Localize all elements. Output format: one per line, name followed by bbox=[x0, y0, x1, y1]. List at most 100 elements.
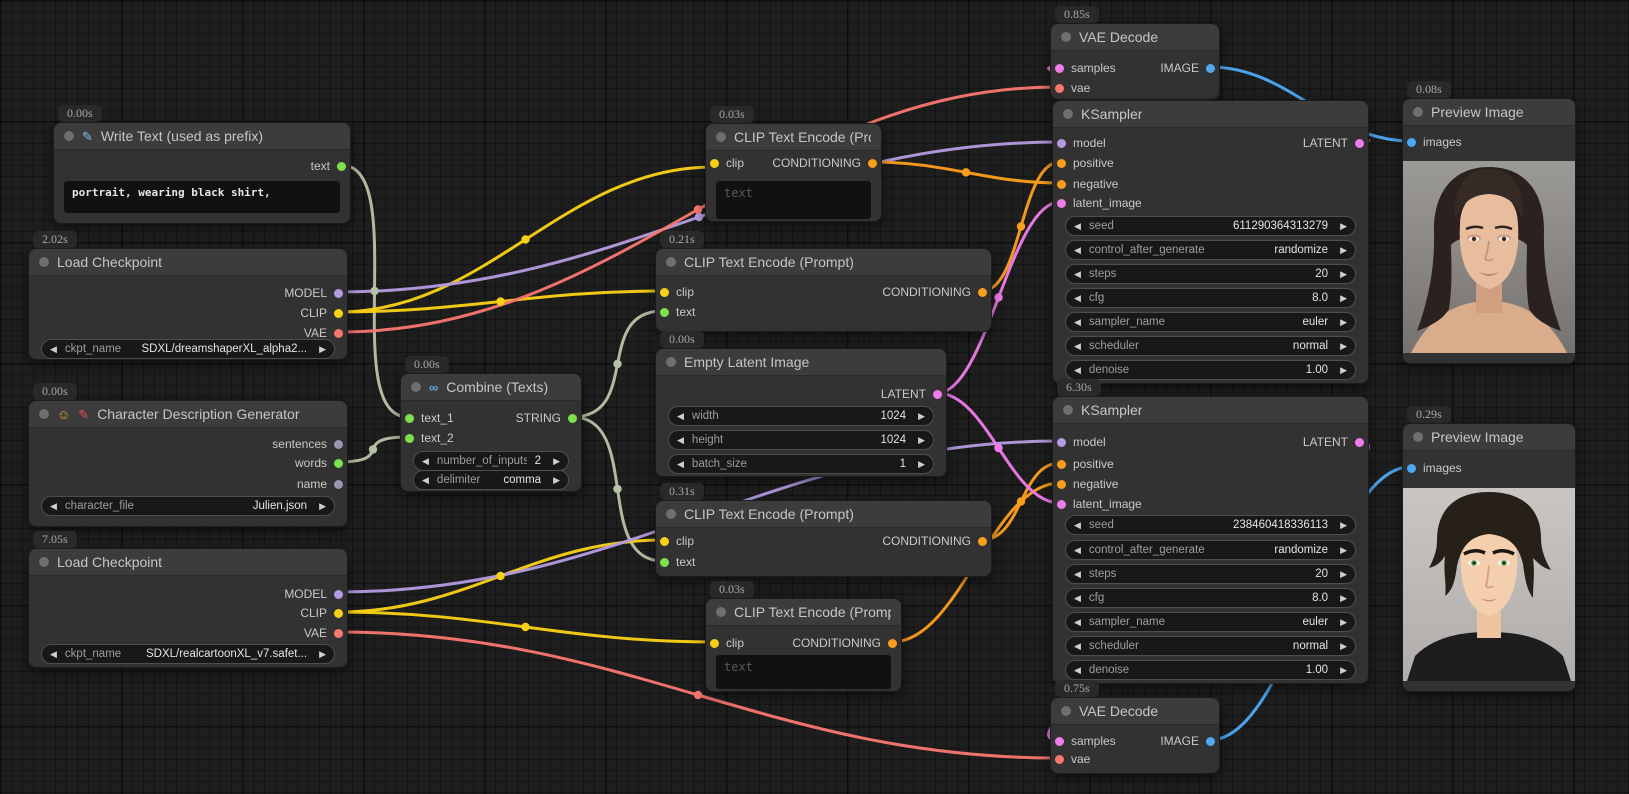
link-midpoint-dot[interactable] bbox=[613, 360, 621, 368]
connection-dot[interactable] bbox=[405, 414, 414, 423]
widget-decrement-arrow[interactable]: ◀ bbox=[677, 460, 684, 469]
widget-decrement-arrow[interactable]: ◀ bbox=[50, 650, 57, 659]
widget-control-after-generate[interactable]: ◀control_after_generaterandomize▶ bbox=[1065, 240, 1356, 260]
connection-dot[interactable] bbox=[337, 162, 346, 171]
node-load-checkpoint-1[interactable]: 2.02s Load Checkpoint MODEL CLIP VAE ◀ck… bbox=[28, 248, 348, 360]
widget-increment-arrow[interactable]: ▶ bbox=[1340, 318, 1347, 327]
widget-decrement-arrow[interactable]: ◀ bbox=[1074, 618, 1081, 627]
connection-dot[interactable] bbox=[1057, 159, 1066, 168]
connection-dot[interactable] bbox=[334, 590, 343, 599]
link-midpoint-dot[interactable] bbox=[496, 297, 504, 305]
input-slot-clip[interactable]: clip bbox=[660, 531, 694, 551]
input-slot-text-2[interactable]: text_2 bbox=[405, 428, 454, 448]
output-slot-latent[interactable]: LATENT bbox=[1303, 432, 1364, 452]
output-slot-string[interactable]: STRING bbox=[516, 408, 577, 428]
input-slot-positive[interactable]: positive bbox=[1057, 153, 1114, 173]
widget-decrement-arrow[interactable]: ◀ bbox=[1074, 270, 1081, 279]
node-preview-image-2[interactable]: 0.29s Preview Image images bbox=[1402, 423, 1576, 692]
link-midpoint-dot[interactable] bbox=[496, 572, 504, 580]
collapse-dot[interactable] bbox=[39, 409, 49, 419]
link-midpoint-dot[interactable] bbox=[1017, 222, 1025, 230]
output-slot-image[interactable]: IMAGE bbox=[1160, 58, 1215, 78]
widget-ckpt-name[interactable]: ◀ckpt_nameSDXL/realcartoonXL_v7.safet...… bbox=[41, 644, 335, 664]
widget-decrement-arrow[interactable]: ◀ bbox=[1074, 521, 1081, 530]
widget-height[interactable]: ◀height1024▶ bbox=[668, 430, 934, 450]
input-slot-images[interactable]: images bbox=[1407, 458, 1462, 478]
widget-increment-arrow[interactable]: ▶ bbox=[1340, 246, 1347, 255]
connection-dot[interactable] bbox=[660, 558, 669, 567]
widget-seed[interactable]: ◀seed238460418336113▶ bbox=[1065, 515, 1356, 535]
node-load-checkpoint-2[interactable]: 7.05s Load Checkpoint MODEL CLIP VAE ◀ck… bbox=[28, 548, 348, 668]
widget-steps[interactable]: ◀steps20▶ bbox=[1065, 264, 1356, 284]
widget-decrement-arrow[interactable]: ◀ bbox=[1074, 222, 1081, 231]
widget-character-file[interactable]: ◀character_fileJulien.json▶ bbox=[41, 496, 335, 516]
widget-increment-arrow[interactable]: ▶ bbox=[319, 502, 326, 511]
node-header[interactable]: ∞ Combine (Texts) bbox=[401, 374, 581, 401]
widget-decrement-arrow[interactable]: ◀ bbox=[1074, 546, 1081, 555]
widget-sampler-name[interactable]: ◀sampler_nameeuler▶ bbox=[1065, 612, 1356, 632]
connection-dot[interactable] bbox=[334, 329, 343, 338]
widget-increment-arrow[interactable]: ▶ bbox=[1340, 521, 1347, 530]
widget-decrement-arrow[interactable]: ◀ bbox=[1074, 294, 1081, 303]
link-midpoint-dot[interactable] bbox=[962, 168, 970, 176]
widget-increment-arrow[interactable]: ▶ bbox=[319, 345, 326, 354]
widget-decrement-arrow[interactable]: ◀ bbox=[1074, 570, 1081, 579]
connection-dot[interactable] bbox=[1055, 755, 1064, 764]
output-slot-clip[interactable]: CLIP bbox=[300, 603, 343, 623]
link-midpoint-dot[interactable] bbox=[521, 235, 529, 243]
input-slot-negative[interactable]: negative bbox=[1057, 174, 1118, 194]
widget-increment-arrow[interactable]: ▶ bbox=[1340, 594, 1347, 603]
widget-increment-arrow[interactable]: ▶ bbox=[1340, 342, 1347, 351]
connection-dot[interactable] bbox=[1057, 438, 1066, 447]
connection-dot[interactable] bbox=[1206, 737, 1215, 746]
output-slot-latent[interactable]: LATENT bbox=[1303, 133, 1364, 153]
node-header[interactable]: VAE Decode bbox=[1051, 698, 1219, 725]
link-midpoint-dot[interactable] bbox=[694, 691, 702, 699]
widget-increment-arrow[interactable]: ▶ bbox=[553, 476, 560, 485]
widget-steps[interactable]: ◀steps20▶ bbox=[1065, 564, 1356, 584]
connection-dot[interactable] bbox=[978, 537, 987, 546]
link-midpoint-dot[interactable] bbox=[1017, 497, 1025, 505]
widget-decrement-arrow[interactable]: ◀ bbox=[422, 476, 429, 485]
node-header[interactable]: Load Checkpoint bbox=[29, 249, 347, 276]
widget-batch-size[interactable]: ◀batch_size1▶ bbox=[668, 454, 934, 474]
widget-increment-arrow[interactable]: ▶ bbox=[1340, 294, 1347, 303]
connection-dot[interactable] bbox=[568, 414, 577, 423]
widget-increment-arrow[interactable]: ▶ bbox=[319, 650, 326, 659]
connection-dot[interactable] bbox=[334, 289, 343, 298]
connection-dot[interactable] bbox=[933, 390, 942, 399]
connection-dot[interactable] bbox=[660, 537, 669, 546]
node-clip-text-encode-2[interactable]: 0.21s CLIP Text Encode (Prompt) clip CON… bbox=[655, 248, 992, 332]
collapse-dot[interactable] bbox=[716, 607, 726, 617]
widget-delimiter[interactable]: ◀delimitercomma▶ bbox=[413, 470, 569, 490]
widget-decrement-arrow[interactable]: ◀ bbox=[1074, 594, 1081, 603]
node-clip-text-encode-3[interactable]: 0.31s CLIP Text Encode (Prompt) clip CON… bbox=[655, 500, 992, 577]
widget-denoise[interactable]: ◀denoise1.00▶ bbox=[1065, 360, 1356, 380]
collapse-dot[interactable] bbox=[1413, 432, 1423, 442]
input-slot-samples[interactable]: samples bbox=[1055, 731, 1116, 751]
connection-dot[interactable] bbox=[978, 288, 987, 297]
connection-dot[interactable] bbox=[1055, 64, 1064, 73]
output-slot-text[interactable]: text bbox=[311, 156, 346, 176]
connection-dot[interactable] bbox=[868, 159, 877, 168]
connection-dot[interactable] bbox=[660, 288, 669, 297]
widget-increment-arrow[interactable]: ▶ bbox=[553, 457, 560, 466]
connection-dot[interactable] bbox=[405, 434, 414, 443]
widget-increment-arrow[interactable]: ▶ bbox=[1340, 642, 1347, 651]
node-character-description-generator[interactable]: 0.00s ☺ ✎ Character Description Generato… bbox=[28, 400, 348, 527]
widget-decrement-arrow[interactable]: ◀ bbox=[1074, 666, 1081, 675]
connection-dot[interactable] bbox=[1057, 199, 1066, 208]
connection-dot[interactable] bbox=[710, 639, 719, 648]
connection-dot[interactable] bbox=[1057, 480, 1066, 489]
output-slot-conditioning[interactable]: CONDITIONING bbox=[882, 531, 987, 551]
node-preview-image-1[interactable]: 0.08s Preview Image images bbox=[1402, 98, 1576, 364]
collapse-dot[interactable] bbox=[1061, 706, 1071, 716]
node-header[interactable]: CLIP Text Encode (Prompt) bbox=[656, 501, 991, 528]
widget-increment-arrow[interactable]: ▶ bbox=[918, 412, 925, 421]
node-header[interactable]: Preview Image bbox=[1403, 424, 1575, 451]
output-slot-conditioning[interactable]: CONDITIONING bbox=[772, 153, 877, 173]
link-midpoint-dot[interactable] bbox=[694, 205, 702, 213]
input-slot-samples[interactable]: samples bbox=[1055, 58, 1116, 78]
prompt-text-input[interactable]: text bbox=[716, 181, 871, 219]
output-slot-model[interactable]: MODEL bbox=[284, 584, 343, 604]
